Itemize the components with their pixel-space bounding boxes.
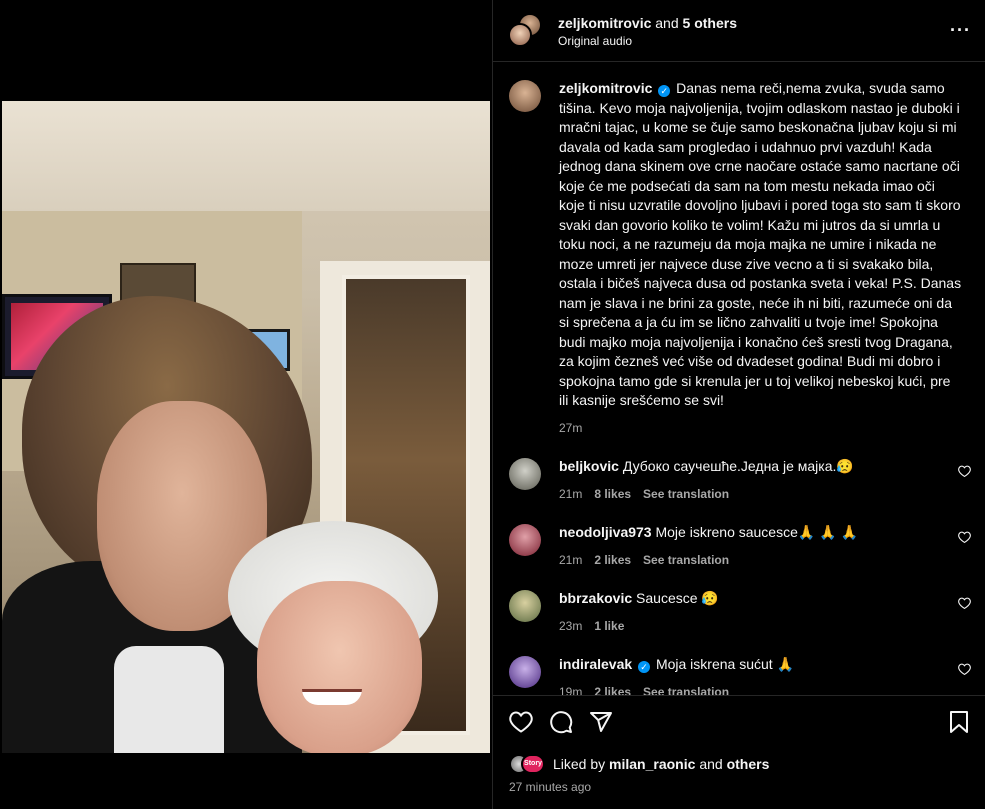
liked-user[interactable]: milan_raonic <box>609 756 695 772</box>
caption-username[interactable]: zeljkomitrovic <box>559 80 652 96</box>
comment-likes[interactable]: 8 likes <box>594 485 631 505</box>
share-icon[interactable] <box>589 710 613 739</box>
heart-icon[interactable] <box>958 663 972 695</box>
caption: zeljkomitrovic ✓ Danas nema reči,nema zv… <box>509 79 972 438</box>
heart-icon[interactable] <box>958 465 972 504</box>
see-translation-link[interactable]: See translation <box>643 683 729 696</box>
comment-username[interactable]: bbrzakovic <box>559 590 632 606</box>
liked-avatars[interactable]: Story <box>509 754 549 774</box>
comment-item: bbrzakovic Saucesce 😥 23m 1 like <box>509 589 972 636</box>
comments-list[interactable]: zeljkomitrovic ✓ Danas nema reči,nema zv… <box>493 63 985 695</box>
comment-body: bbrzakovic Saucesce 😥 23m 1 like <box>559 589 948 636</box>
comment-likes[interactable]: 2 likes <box>594 683 631 696</box>
comment-text: Moja iskrena sućut 🙏 <box>655 656 794 672</box>
header-authors: zeljkomitrovic and 5 others <box>558 14 950 32</box>
comment-username[interactable]: indiralevak <box>559 656 632 672</box>
photo-woman-face <box>257 581 422 753</box>
posted-time[interactable]: 27 minutes ago <box>509 780 970 794</box>
comment-time[interactable]: 23m <box>559 617 582 637</box>
comment-avatar[interactable] <box>509 458 541 490</box>
post-side-panel: zeljkomitrovic and 5 others Original aud… <box>492 0 985 809</box>
post-actions: Story Liked by milan_raonic and others 2… <box>493 695 985 809</box>
header-and: and <box>655 14 679 31</box>
comment-item: indiralevak ✓ Moja iskrena sućut 🙏 19m 2… <box>509 655 972 695</box>
comment-meta: 21m 8 likes See translation <box>559 485 948 505</box>
photo-man-shirt <box>114 646 224 753</box>
see-translation-link[interactable]: See translation <box>643 485 729 505</box>
comment-item: beljkovic Дубоко саучешће.Једна је мајка… <box>509 457 972 504</box>
caption-body: zeljkomitrovic ✓ Danas nema reči,nema zv… <box>559 79 972 438</box>
post-photo[interactable] <box>2 101 490 753</box>
verified-badge-icon: ✓ <box>658 85 671 97</box>
caption-meta: 27m <box>559 419 962 439</box>
verified-badge-icon: ✓ <box>638 661 651 673</box>
caption-text: Danas nema reči,nema zvuka, svuda samo t… <box>559 80 962 408</box>
comment-text: Saucesce 😥 <box>636 590 719 606</box>
comment-username[interactable]: neodoljiva973 <box>559 524 652 540</box>
collab-avatar[interactable] <box>508 22 532 47</box>
liked-by: Story Liked by milan_raonic and others <box>509 754 970 774</box>
liked-prefix: Liked by <box>553 756 606 772</box>
comment-meta: 23m 1 like <box>559 617 948 637</box>
comment-time[interactable]: 19m <box>559 683 582 696</box>
comment-avatar[interactable] <box>509 524 541 556</box>
caption-time[interactable]: 27m <box>559 419 582 439</box>
heart-icon[interactable] <box>509 710 533 738</box>
comment-icon[interactable] <box>549 710 573 739</box>
header-avatars[interactable] <box>508 12 544 49</box>
photo-woman-smile <box>302 689 362 705</box>
caption-avatar[interactable] <box>509 80 541 112</box>
comment-item: neodoljiva973 Moje iskreno saucesce🙏 🙏 🙏… <box>509 523 972 570</box>
more-horizontal-icon[interactable]: ··· <box>950 20 971 41</box>
comment-body: indiralevak ✓ Moja iskrena sućut 🙏 19m 2… <box>559 655 948 695</box>
comment-time[interactable]: 21m <box>559 485 582 505</box>
see-translation-link[interactable]: See translation <box>643 551 729 571</box>
bookmark-icon[interactable] <box>948 710 970 739</box>
comment-username[interactable]: beljkovic <box>559 458 619 474</box>
header-username[interactable]: zeljkomitrovic <box>558 15 651 31</box>
comment-body: beljkovic Дубоко саучешће.Једна је мајка… <box>559 457 948 504</box>
comment-likes[interactable]: 2 likes <box>594 551 631 571</box>
media-pane <box>0 0 492 809</box>
heart-icon[interactable] <box>958 597 972 636</box>
comment-body: neodoljiva973 Moje iskreno saucesce🙏 🙏 🙏… <box>559 523 948 570</box>
comment-avatar[interactable] <box>509 656 541 688</box>
comment-text: Moje iskreno saucesce🙏 🙏 🙏 <box>655 524 858 540</box>
heart-icon[interactable] <box>958 531 972 570</box>
story-badge[interactable]: Story <box>521 754 545 774</box>
liked-others[interactable]: others <box>727 756 770 772</box>
comment-avatar[interactable] <box>509 590 541 622</box>
header-audio[interactable]: Original audio <box>558 34 950 48</box>
post-header: zeljkomitrovic and 5 others Original aud… <box>493 0 985 62</box>
header-text: zeljkomitrovic and 5 others Original aud… <box>558 14 950 48</box>
comment-meta: 21m 2 likes See translation <box>559 551 948 571</box>
photo-ceiling <box>2 101 490 211</box>
header-others[interactable]: 5 others <box>683 15 737 31</box>
action-icons <box>509 710 970 738</box>
comment-meta: 19m 2 likes See translation <box>559 683 948 696</box>
comment-time[interactable]: 21m <box>559 551 582 571</box>
liked-and: and <box>699 756 723 772</box>
comment-likes[interactable]: 1 like <box>594 617 624 637</box>
comment-text: Дубоко саучешће.Једна је мајка.😥 <box>622 458 854 474</box>
